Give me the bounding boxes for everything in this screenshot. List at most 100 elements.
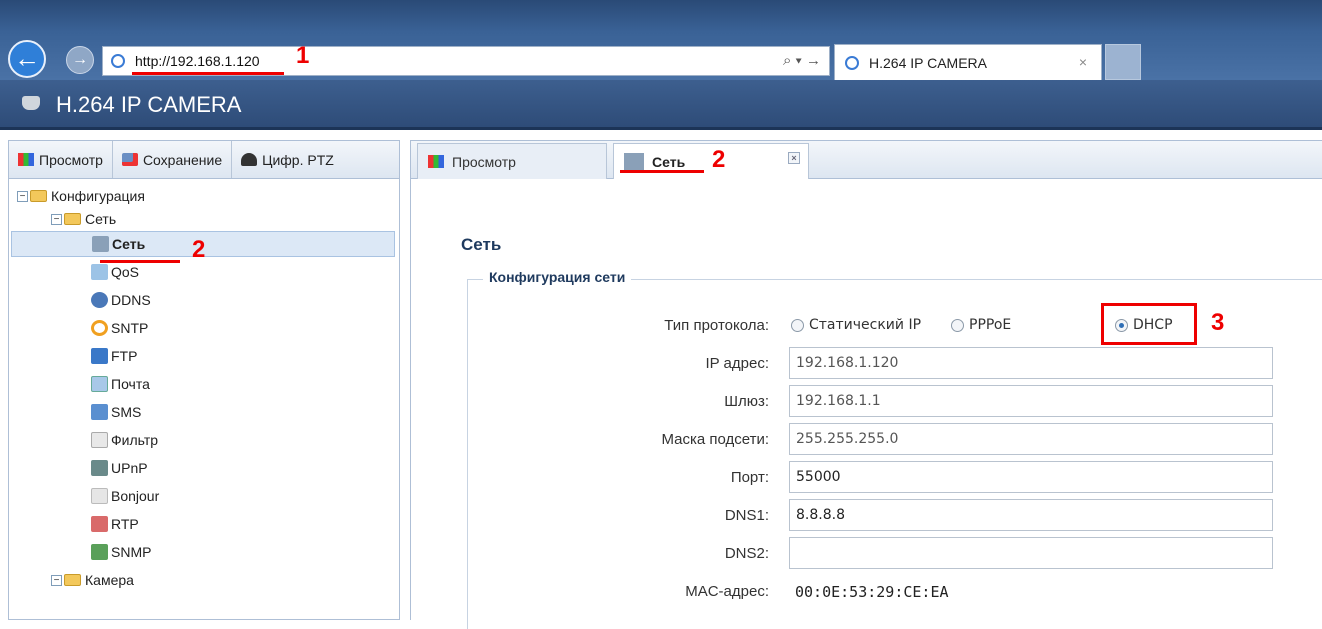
tree-label: Конфигурация: [51, 188, 145, 204]
folder-icon: [64, 213, 81, 225]
annotation-underline: [620, 170, 704, 173]
page-title: Сеть: [461, 235, 502, 254]
tab-label: Просмотр: [452, 153, 516, 170]
dns1-field[interactable]: 8.8.8.8: [789, 499, 1273, 531]
sms-icon: [91, 404, 108, 420]
app-header: H.264 IP CAMERA: [0, 80, 1322, 130]
radio-label: PPPoE: [969, 317, 1012, 333]
tree-item-ddns[interactable]: DDNS: [91, 289, 151, 311]
bonjour-icon: [91, 488, 108, 504]
tree-label: SNTP: [111, 320, 149, 336]
forward-button[interactable]: →: [66, 46, 94, 74]
ip-address-field[interactable]: 192.168.1.120: [789, 347, 1273, 379]
tab-label: Цифр. PTZ: [262, 151, 334, 168]
gateway-label: Шлюз:: [724, 393, 769, 410]
filter-icon: [91, 432, 108, 448]
radio-indicator[interactable]: [951, 318, 964, 332]
annotation-box: [1101, 303, 1197, 345]
tree-node-network-group[interactable]: − Сеть: [51, 208, 116, 230]
annotation-underline: [100, 260, 180, 263]
network-settings: Сеть Конфигурация сети Тип протокола: Ст…: [411, 179, 1322, 629]
tree-label: FTP: [111, 348, 138, 364]
tab-ptz[interactable]: Цифр. PTZ: [232, 141, 343, 178]
subnet-mask-label: Маска подсети:: [661, 431, 769, 448]
browser-tab-close-icon[interactable]: ×: [1079, 54, 1087, 70]
content-tab-view[interactable]: Просмотр: [417, 143, 607, 179]
ip-label: IP адрес:: [705, 355, 769, 372]
radio-static-ip[interactable]: Статический IP: [791, 317, 921, 333]
ddns-icon: [91, 292, 108, 308]
mail-icon: [91, 376, 108, 392]
browser-chrome: ← → http://192.168.1.120 ⌕ ▾ → H.264 IP …: [0, 0, 1322, 80]
collapse-icon[interactable]: −: [51, 213, 62, 225]
tree-label: UPnP: [111, 460, 148, 476]
tree-item-bonjour[interactable]: Bonjour: [91, 485, 159, 507]
tree-label: Камера: [85, 572, 134, 588]
back-button[interactable]: ←: [8, 40, 46, 78]
view-icon: [18, 153, 34, 166]
annotation-number: 3: [1211, 309, 1225, 336]
subnet-mask-field[interactable]: 255.255.255.0: [789, 423, 1273, 455]
folder-icon: [64, 574, 81, 586]
network-icon: [624, 153, 644, 171]
folder-icon: [30, 190, 47, 202]
ftp-icon: [91, 348, 108, 364]
rtp-icon: [91, 516, 108, 532]
browser-tab-title: H.264 IP CAMERA: [869, 55, 988, 71]
collapse-icon[interactable]: −: [17, 190, 28, 202]
tab-label: Сеть: [652, 154, 686, 170]
radio-pppoe[interactable]: PPPoE: [951, 317, 1011, 333]
tab-close-icon[interactable]: ×: [788, 152, 800, 164]
tree-node-config[interactable]: − Конфигурация: [17, 185, 145, 207]
annotation-underline: [132, 72, 284, 75]
tree-item-rtp[interactable]: RTP: [91, 513, 139, 535]
address-url[interactable]: http://192.168.1.120: [135, 53, 260, 69]
search-icon[interactable]: ⌕ ▾ →: [783, 52, 821, 69]
tree-item-ftp[interactable]: FTP: [91, 345, 137, 367]
collapse-icon[interactable]: −: [51, 574, 62, 586]
mac-address-value: 00:0E:53:29:CE:EA: [795, 583, 949, 601]
new-tab-button[interactable]: [1105, 44, 1141, 80]
content-tabs: Просмотр Сеть ×: [411, 141, 1322, 180]
port-field[interactable]: 55000: [789, 461, 1273, 493]
tree-label: SMS: [111, 404, 142, 420]
tree-label: RTP: [111, 516, 139, 532]
tree-item-mail[interactable]: Почта: [91, 373, 150, 395]
tree-label: Фильтр: [111, 432, 159, 448]
dns2-label: DNS2:: [724, 545, 769, 562]
tree-item-filter[interactable]: Фильтр: [91, 429, 158, 451]
tab-view[interactable]: Просмотр: [9, 141, 113, 178]
browser-tab[interactable]: H.264 IP CAMERA ×: [834, 44, 1102, 80]
tree-label: SNMP: [111, 544, 152, 560]
network-icon: [92, 236, 109, 252]
tree-label: Сеть: [112, 236, 146, 252]
upnp-icon: [91, 460, 108, 476]
left-pane: Просмотр Сохранение Цифр. PTZ − Конфигур…: [8, 140, 400, 620]
tree-item-qos[interactable]: QoS: [91, 261, 139, 283]
tree-label: Почта: [111, 376, 150, 392]
content-pane: Просмотр Сеть × Сеть Конфигурация сети Т…: [410, 140, 1322, 629]
tree-item-upnp[interactable]: UPnP: [91, 457, 148, 479]
qos-icon: [91, 264, 108, 280]
tree-item-sms[interactable]: SMS: [91, 401, 141, 423]
content-tab-network[interactable]: Сеть ×: [613, 143, 809, 180]
tree-label: Bonjour: [111, 488, 160, 504]
snmp-icon: [91, 544, 108, 560]
dns2-field[interactable]: [789, 537, 1273, 569]
annotation-number: 2: [192, 236, 206, 263]
port-label: Порт:: [730, 469, 769, 486]
gateway-field[interactable]: 192.168.1.1: [789, 385, 1273, 417]
tab-globe-icon: [845, 56, 859, 70]
tab-save[interactable]: Сохранение: [113, 141, 233, 178]
tree-item-snmp[interactable]: SNMP: [91, 541, 151, 563]
annotation-number: 2: [712, 146, 726, 173]
tab-label: Сохранение: [142, 151, 223, 168]
app-title: H.264 IP CAMERA: [56, 92, 242, 117]
save-icon: [121, 153, 138, 166]
tree-label: DDNS: [111, 292, 151, 308]
annotation-number: 1: [296, 42, 310, 69]
tree-item-sntp[interactable]: SNTP: [91, 317, 148, 339]
page-globe-icon: [111, 54, 125, 68]
radio-indicator[interactable]: [791, 318, 804, 332]
tree-node-camera[interactable]: − Камера: [51, 569, 134, 591]
